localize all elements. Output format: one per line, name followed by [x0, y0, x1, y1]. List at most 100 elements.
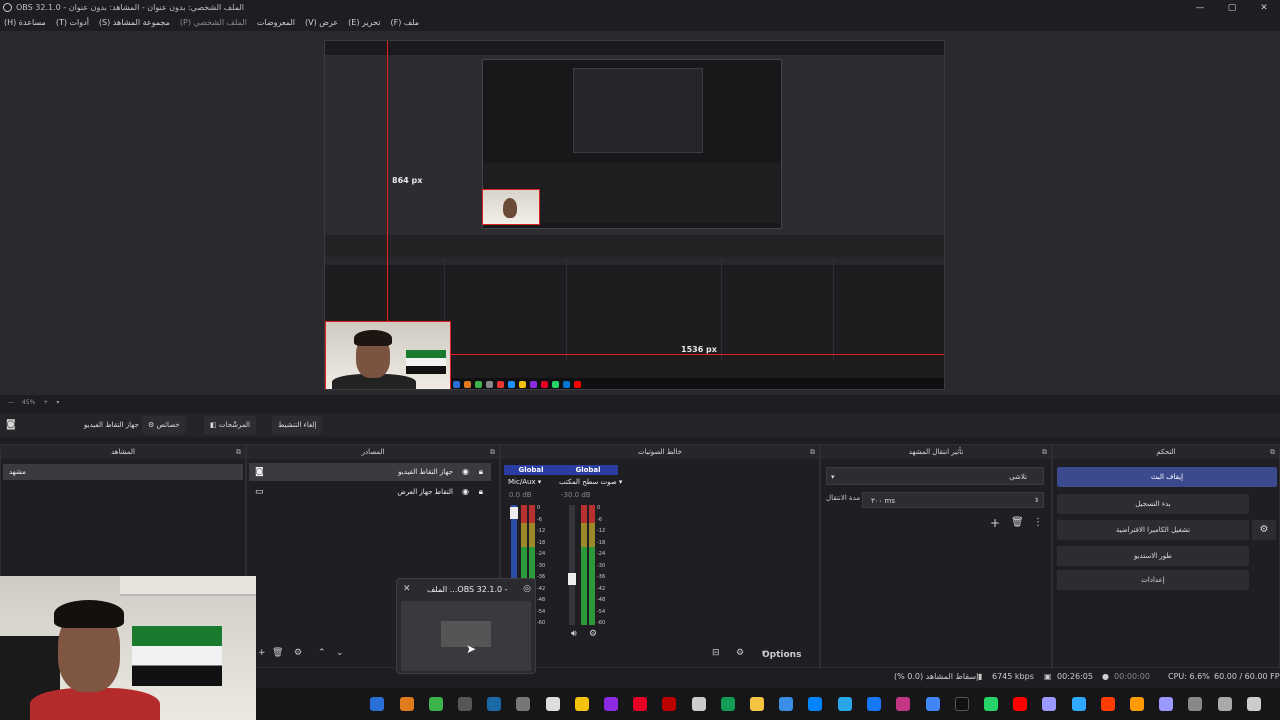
move-up-icon[interactable]: ⌃	[318, 648, 326, 658]
drive-icon[interactable]	[575, 697, 589, 711]
zoom-out-icon[interactable]: —	[8, 399, 14, 406]
start-recording-button[interactable]: بدء التسجيل	[1057, 494, 1249, 514]
webcam-source-selected[interactable]	[325, 321, 451, 389]
mixer-settings-icon[interactable]: ⚙	[736, 648, 744, 658]
menu-profile[interactable]: الملف الشخصي (P)	[180, 15, 247, 31]
properties-button[interactable]: خصائص ⚙	[142, 416, 186, 434]
bitrate: 6745 kbps	[992, 672, 1034, 681]
monitor-audio-icon[interactable]: ⚙	[589, 629, 597, 639]
after-effects-icon[interactable]	[1042, 697, 1056, 711]
minimize-icon[interactable]: —	[1184, 0, 1216, 15]
premiere-icon[interactable]	[1159, 697, 1173, 711]
menu-edit[interactable]: تحرير (E)	[348, 15, 380, 31]
lock-icon[interactable]: 🔒︎	[479, 483, 483, 501]
folder-icon[interactable]	[750, 697, 764, 711]
menu-docks[interactable]: المعروضات	[257, 15, 295, 31]
pinterest-icon[interactable]	[633, 697, 647, 711]
maximize-icon[interactable]: ▢	[1216, 0, 1248, 15]
visibility-eye-icon[interactable]: ◉	[462, 483, 469, 501]
messenger-icon[interactable]	[808, 697, 822, 711]
edge-icon[interactable]	[721, 697, 735, 711]
meter-tick-label: -42	[597, 585, 606, 592]
transition-select[interactable]: ▾ تلاشي	[826, 467, 1044, 485]
facebook-icon[interactable]	[867, 697, 881, 711]
thumbnail-title: الملف ...OBS 32.1.0 -	[427, 585, 508, 594]
add-source-icon[interactable]: +	[258, 648, 266, 658]
more-options-icon[interactable]: ⋮	[1033, 517, 1043, 528]
illustrator-icon[interactable]	[1130, 697, 1144, 711]
source-item-display[interactable]: ▭ التقاط جهاز العرض ◉ 🔒︎	[249, 483, 491, 501]
gear-icon[interactable]: ⚙	[294, 648, 302, 658]
whatsapp-icon[interactable]	[984, 697, 998, 711]
app-icon[interactable]	[370, 697, 384, 711]
chrome-icon[interactable]	[429, 697, 443, 711]
zoom-in-icon[interactable]: +	[43, 399, 48, 406]
volume-slider[interactable]	[569, 505, 575, 625]
lock-icon[interactable]: 🔒︎	[479, 463, 483, 481]
menu-view[interactable]: عرض (V)	[305, 15, 338, 31]
meter-tick-label: -18	[537, 539, 546, 546]
mixer-layout-icon[interactable]: ⊟	[712, 648, 720, 658]
close-icon[interactable]: ✕	[1248, 0, 1280, 15]
transition-duration-field[interactable]: ٣٠٠ ms ⇕	[862, 492, 1044, 508]
meter-tick-label: -60	[537, 620, 546, 626]
source-item-camera[interactable]: ◙ جهاز التقاط الفيديو ◉ 🔒︎	[249, 463, 491, 481]
mixer-dock-title: خالط الصوتيات ⧉	[501, 445, 819, 459]
mixer-channel-db: -30.0 dB	[561, 491, 591, 499]
chrome-icon[interactable]	[926, 697, 940, 711]
scene-item[interactable]: مشهد	[3, 464, 243, 480]
thumbnail-preview[interactable]	[401, 601, 531, 671]
app-icon[interactable]	[662, 697, 676, 711]
stop-streaming-button[interactable]: إيقاف البث	[1057, 467, 1277, 487]
close-icon[interactable]: ✕	[403, 584, 411, 594]
menu-tools[interactable]: أدوات (T)	[56, 15, 89, 31]
settings-button[interactable]: إعدادات	[1057, 570, 1249, 590]
app-icon[interactable]	[1218, 697, 1232, 711]
zoom-dropdown-icon[interactable]: ▾	[56, 399, 59, 406]
start-virtual-camera-button[interactable]: تشغيل الكاميرا الافتراضية	[1057, 520, 1249, 540]
preview-canvas[interactable]: 864 px 1536 px	[324, 40, 945, 390]
fps: 60.00 / 60.00 FPS	[1214, 672, 1280, 681]
obs-icon[interactable]	[458, 697, 472, 711]
photoshop-icon[interactable]	[1072, 697, 1086, 711]
app-icon[interactable]	[604, 697, 618, 711]
zoom-level[interactable]: 45%	[22, 399, 35, 406]
studio-mode-button[interactable]: طور الاستديو	[1057, 546, 1249, 566]
menu-scene-collection[interactable]: مجموعة المشاهد (S)	[99, 15, 170, 31]
steam-icon[interactable]	[487, 697, 501, 711]
mixer-options-button[interactable]: Options ▾	[762, 648, 801, 660]
virtual-camera-settings-icon[interactable]: ⚙	[1252, 520, 1276, 540]
taskbar-thumbnail-popup[interactable]: ✕ الملف ...OBS 32.1.0 - ◎	[396, 578, 536, 674]
add-transition-icon[interactable]: +	[990, 516, 1000, 530]
filters-button[interactable]: المرشّحات ◧	[204, 416, 256, 434]
mixer-channel-name[interactable]: ▾ صوت سطح المكتب	[559, 478, 622, 486]
app-icon[interactable]	[692, 697, 706, 711]
nested-dock-sources	[445, 257, 567, 361]
telegram-icon[interactable]	[838, 697, 852, 711]
menu-help[interactable]: مساعدة (H)	[4, 15, 46, 31]
nested-taskbar	[451, 378, 944, 389]
instagram-icon[interactable]	[896, 697, 910, 711]
app-icon[interactable]	[1247, 697, 1261, 711]
tiktok-icon[interactable]	[955, 697, 969, 711]
app-icon[interactable]	[400, 697, 414, 711]
mixer-channel-name[interactable]: Mic/Aux ▾	[508, 478, 541, 486]
menu-file[interactable]: ملف (F)	[390, 15, 419, 31]
trash-icon[interactable]: 🗑︎	[272, 648, 283, 658]
app-icon[interactable]	[1188, 697, 1202, 711]
nested-dock-controls	[834, 257, 944, 361]
move-down-icon[interactable]: ⌄	[336, 648, 344, 658]
chatgpt-icon[interactable]	[546, 697, 560, 711]
nested-toolbar	[325, 235, 944, 257]
app-icon[interactable]	[516, 697, 530, 711]
deactivate-button[interactable]: إلغاء التنشيط	[272, 416, 323, 434]
volume-slider-handle[interactable]	[568, 573, 576, 585]
youtube-icon[interactable]	[1013, 697, 1027, 711]
width-guide-label: 1536 px	[681, 345, 717, 354]
visibility-eye-icon[interactable]: ◉	[462, 463, 469, 481]
volume-slider-handle[interactable]	[510, 507, 518, 519]
capcut-icon[interactable]	[1101, 697, 1115, 711]
speaker-icon[interactable]: 🔊︎	[571, 629, 577, 639]
trash-icon[interactable]: 🗑︎	[1011, 517, 1024, 528]
app-icon[interactable]	[779, 697, 793, 711]
